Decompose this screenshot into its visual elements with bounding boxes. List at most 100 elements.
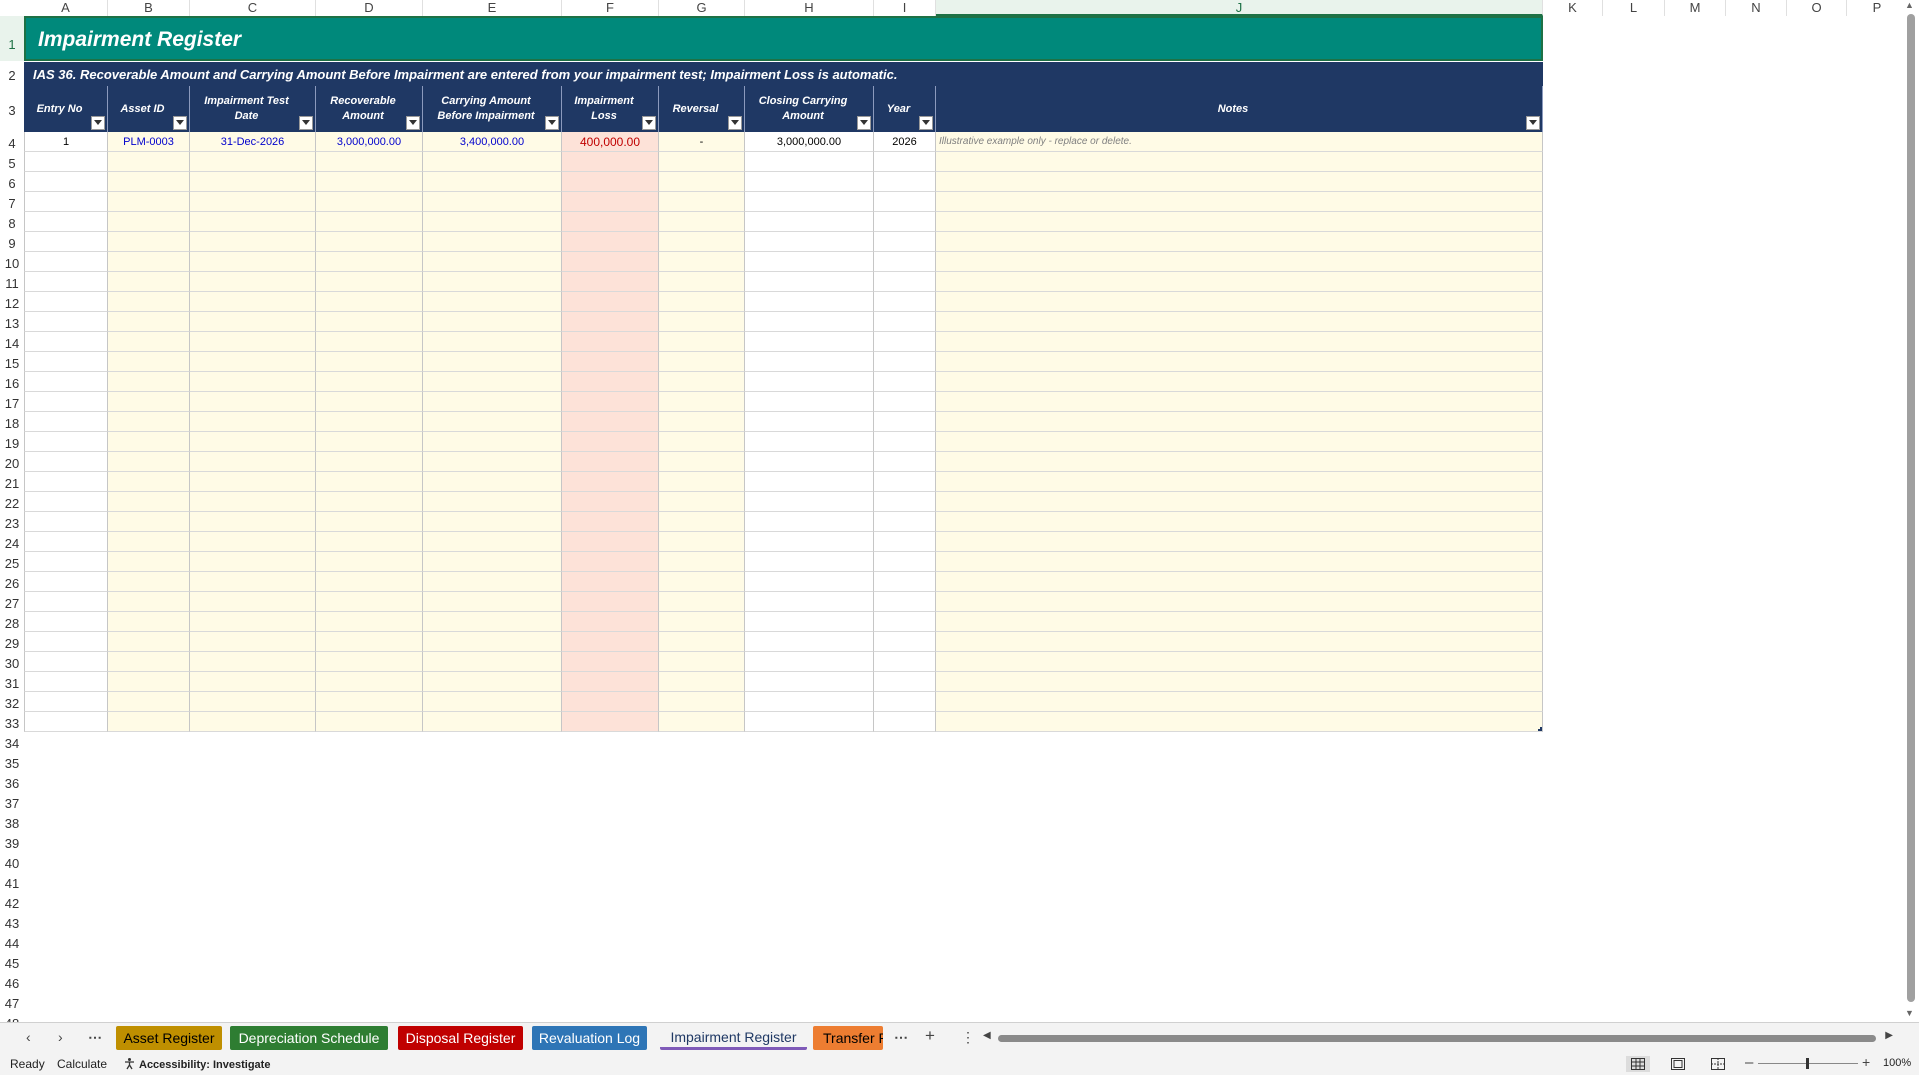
scroll-right-icon[interactable]: ▶ [1885, 1030, 1893, 1041]
empty-cell[interactable] [745, 312, 874, 332]
empty-cell[interactable] [316, 692, 423, 712]
filter-dropdown-icon[interactable] [545, 116, 559, 130]
empty-cell[interactable] [316, 472, 423, 492]
zoom-out-button[interactable]: – [1745, 1054, 1753, 1071]
empty-cell[interactable] [874, 612, 936, 632]
row-header-34[interactable]: 34 [0, 732, 24, 752]
empty-cell[interactable] [316, 372, 423, 392]
empty-cell[interactable] [24, 492, 108, 512]
empty-cell[interactable] [562, 272, 659, 292]
empty-cell[interactable] [745, 692, 874, 712]
spreadsheet-area[interactable]: ABCDEFGHIJKLMNOP 1 2 3 4 5 6 7 8 9 10 11 12 13 14 15 16… [0, 0, 1919, 1022]
row-header-42[interactable]: 42 [0, 892, 24, 912]
empty-cell[interactable] [936, 412, 1543, 432]
empty-cell[interactable] [659, 572, 745, 592]
empty-cell[interactable] [745, 552, 874, 572]
empty-cell[interactable] [874, 192, 936, 212]
empty-cell[interactable] [423, 532, 562, 552]
row-header-29[interactable]: 29 [0, 632, 24, 652]
empty-cell[interactable] [316, 672, 423, 692]
empty-cell[interactable] [190, 552, 316, 572]
row-header-37[interactable]: 37 [0, 792, 24, 812]
empty-cell[interactable] [316, 452, 423, 472]
empty-cell[interactable] [24, 632, 108, 652]
empty-cell[interactable] [562, 312, 659, 332]
empty-cell[interactable] [562, 352, 659, 372]
empty-cell[interactable] [24, 192, 108, 212]
empty-cell[interactable] [745, 392, 874, 412]
data-cell[interactable]: 1 [24, 132, 108, 152]
empty-cell[interactable] [423, 232, 562, 252]
empty-cell[interactable] [423, 712, 562, 732]
row-header-30[interactable]: 30 [0, 652, 24, 672]
row-header-7[interactable]: 7 [0, 192, 24, 212]
empty-cell[interactable] [423, 152, 562, 172]
row-header-25[interactable]: 25 [0, 552, 24, 572]
empty-cell[interactable] [936, 392, 1543, 412]
empty-cell[interactable] [108, 592, 190, 612]
empty-cell[interactable] [190, 392, 316, 412]
empty-cell[interactable] [936, 712, 1543, 732]
row-header-19[interactable]: 19 [0, 432, 24, 452]
empty-cell[interactable] [190, 652, 316, 672]
row-header-16[interactable]: 16 [0, 372, 24, 392]
row-header-47[interactable]: 47 [0, 992, 24, 1012]
header-year[interactable]: Year [874, 86, 936, 132]
row-header-2[interactable]: 2 [0, 61, 24, 86]
empty-cell[interactable] [24, 372, 108, 392]
empty-cell[interactable] [936, 672, 1543, 692]
empty-cell[interactable] [562, 452, 659, 472]
empty-cell[interactable] [659, 452, 745, 472]
empty-cell[interactable] [190, 212, 316, 232]
empty-cell[interactable] [190, 372, 316, 392]
calculate-button[interactable]: Calculate [57, 1057, 107, 1071]
empty-cell[interactable] [874, 172, 936, 192]
row-header-33[interactable]: 33 [0, 712, 24, 732]
empty-cell[interactable] [423, 692, 562, 712]
sheet-options-icon[interactable]: ⋮ [961, 1029, 975, 1046]
row-header-40[interactable]: 40 [0, 852, 24, 872]
data-cell[interactable]: 3,000,000.00 [316, 132, 423, 152]
empty-cell[interactable] [874, 472, 936, 492]
empty-cell[interactable] [745, 292, 874, 312]
empty-cell[interactable] [936, 332, 1543, 352]
column-header-d[interactable]: D [316, 0, 423, 16]
header-notes[interactable]: Notes [936, 86, 1543, 132]
column-header-j[interactable]: J [936, 0, 1543, 16]
row-header-39[interactable]: 39 [0, 832, 24, 852]
empty-cell[interactable] [316, 712, 423, 732]
accessibility-status[interactable]: Accessibility: Investigate [123, 1057, 270, 1071]
empty-cell[interactable] [936, 272, 1543, 292]
sheet-tab-transfer-r[interactable]: Transfer R [813, 1026, 883, 1050]
row-header-1[interactable]: 1 [0, 16, 24, 61]
empty-cell[interactable] [745, 272, 874, 292]
data-cell[interactable]: 31-Dec-2026 [190, 132, 316, 152]
empty-cell[interactable] [423, 452, 562, 472]
horizontal-scrollbar[interactable]: ◀ ▶ [983, 1030, 1893, 1044]
column-header-i[interactable]: I [874, 0, 936, 16]
empty-cell[interactable] [108, 412, 190, 432]
empty-cell[interactable] [316, 272, 423, 292]
empty-cell[interactable] [316, 232, 423, 252]
row-header-28[interactable]: 28 [0, 612, 24, 632]
empty-cell[interactable] [659, 352, 745, 372]
empty-cell[interactable] [108, 512, 190, 532]
column-header-m[interactable]: M [1665, 0, 1726, 16]
empty-cell[interactable] [316, 492, 423, 512]
scroll-down-icon[interactable]: ▼ [1905, 1008, 1914, 1018]
filter-dropdown-icon[interactable] [728, 116, 742, 130]
empty-cell[interactable] [316, 252, 423, 272]
empty-cell[interactable] [562, 392, 659, 412]
empty-cell[interactable] [936, 352, 1543, 372]
empty-cell[interactable] [874, 672, 936, 692]
empty-cell[interactable] [108, 712, 190, 732]
row-header-8[interactable]: 8 [0, 212, 24, 232]
column-header-o[interactable]: O [1787, 0, 1847, 16]
empty-cell[interactable] [745, 652, 874, 672]
empty-cell[interactable] [190, 532, 316, 552]
empty-cell[interactable] [745, 352, 874, 372]
empty-cell[interactable] [659, 252, 745, 272]
empty-cell[interactable] [562, 372, 659, 392]
empty-cell[interactable] [108, 352, 190, 372]
empty-cell[interactable] [316, 412, 423, 432]
